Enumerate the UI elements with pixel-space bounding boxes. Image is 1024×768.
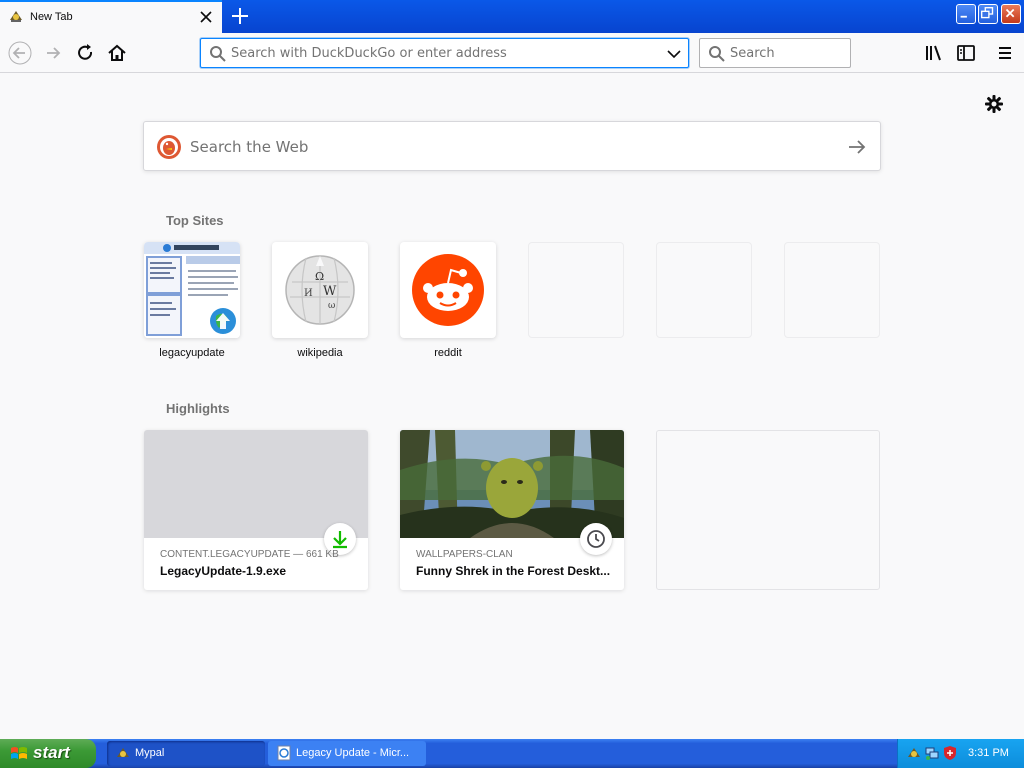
shrek-forest-thumbnail (400, 430, 624, 538)
wikipedia-logo-icon: Ω W И ω (285, 255, 355, 325)
home-icon[interactable] (105, 41, 129, 65)
top-site-wikipedia[interactable]: Ω W И ω wikipedia (272, 242, 368, 359)
search-input[interactable] (730, 45, 840, 61)
mypal-favicon-icon (10, 11, 22, 22)
minimize-icon (960, 15, 967, 18)
taskbar-item-mypal[interactable]: Mypal (107, 741, 265, 766)
restore-button[interactable] (978, 4, 998, 24)
taskbar-item-legacy-update[interactable]: Legacy Update - Micr... (268, 741, 426, 766)
top-site-empty-slot (656, 242, 752, 338)
system-tray: 3:31 PM (897, 739, 1024, 768)
address-bar[interactable] (200, 38, 689, 68)
highlight-thumbnail (144, 430, 368, 538)
taskbar-item-label: Mypal (135, 747, 165, 759)
new-tab-page: Top Sites (0, 74, 1024, 739)
top-site-label[interactable]: reddit (400, 347, 496, 359)
mypal-icon (117, 748, 129, 757)
svg-text:W: W (323, 284, 337, 299)
address-input[interactable] (231, 44, 651, 62)
top-site-reddit[interactable]: reddit (400, 242, 496, 359)
duckduckgo-logo-icon (157, 135, 181, 159)
globe-update-icon (206, 304, 240, 338)
network-icon[interactable] (924, 745, 940, 761)
svg-text:Ω: Ω (315, 270, 324, 283)
search-bar[interactable] (699, 38, 851, 68)
back-icon[interactable] (8, 41, 32, 65)
top-site-empty-slot (784, 242, 880, 338)
library-icon[interactable] (922, 41, 946, 65)
forward-icon[interactable] (41, 41, 65, 65)
gear-icon[interactable] (983, 93, 1005, 115)
windows-logo-icon (11, 747, 27, 759)
minimize-button[interactable] (956, 4, 976, 24)
svg-text:ω: ω (328, 301, 335, 311)
clock-icon (587, 530, 605, 548)
reload-icon[interactable] (73, 41, 97, 65)
taskbar: start Mypal Legacy Update - Micr... 3:31… (0, 739, 1024, 768)
top-site-label[interactable]: wikipedia (272, 347, 368, 359)
highlights-heading: Highlights (166, 401, 230, 416)
close-window-button[interactable] (1001, 4, 1021, 24)
security-shield-icon[interactable] (942, 745, 958, 761)
menu-icon[interactable] (993, 41, 1017, 65)
top-sites-heading: Top Sites (166, 213, 224, 228)
highlight-meta: WALLPAPERS-CLAN (416, 549, 513, 560)
top-site-label[interactable]: legacyupdate (144, 347, 240, 359)
highlight-badge (580, 523, 612, 555)
top-site-empty-slot (528, 242, 624, 338)
start-label: start (33, 743, 70, 762)
reddit-logo-icon (412, 254, 484, 326)
tab-title: New Tab (30, 11, 73, 23)
highlight-title: LegacyUpdate-1.9.exe (160, 564, 287, 578)
taskbar-item-label: Legacy Update - Micr... (296, 747, 410, 759)
title-bar: New Tab (0, 0, 1024, 33)
sidebar-icon[interactable] (954, 41, 978, 65)
close-icon (1005, 8, 1015, 18)
arrow-right-icon[interactable] (846, 136, 868, 158)
top-site-tile[interactable] (144, 242, 240, 338)
empty-tile (528, 242, 624, 338)
navigation-toolbar (0, 33, 1024, 73)
web-search-input[interactable] (190, 136, 790, 158)
start-button[interactable]: start (0, 739, 96, 768)
highlight-meta: CONTENT.LEGACYUPDATE — 661 KB (160, 549, 339, 560)
top-site-legacyupdate[interactable]: legacyupdate (144, 242, 240, 359)
empty-tile (784, 242, 880, 338)
top-site-tile[interactable] (400, 242, 496, 338)
restore-icon (981, 7, 994, 19)
web-search-box[interactable] (143, 121, 881, 171)
highlight-card-legacyupdate[interactable]: CONTENT.LEGACYUPDATE — 661 KB LegacyUpda… (144, 430, 368, 590)
ie-document-icon (277, 745, 291, 761)
highlight-empty-slot (656, 430, 880, 590)
close-tab-icon[interactable] (196, 7, 216, 27)
clock[interactable]: 3:31 PM (968, 747, 1009, 759)
highlight-card-shrek[interactable]: WALLPAPERS-CLAN Funny Shrek in the Fores… (400, 430, 624, 590)
new-tab-icon[interactable] (228, 4, 252, 28)
top-site-tile[interactable]: Ω W И ω (272, 242, 368, 338)
highlight-title: Funny Shrek in the Forest Deskt... (416, 564, 611, 578)
mypal-tray-icon[interactable] (906, 745, 922, 761)
search-icon (709, 46, 725, 62)
search-icon (210, 46, 226, 62)
svg-text:И: И (304, 288, 313, 299)
empty-tile (656, 242, 752, 338)
tab-new-tab[interactable]: New Tab (0, 0, 222, 33)
chevron-down-icon[interactable] (666, 46, 682, 62)
